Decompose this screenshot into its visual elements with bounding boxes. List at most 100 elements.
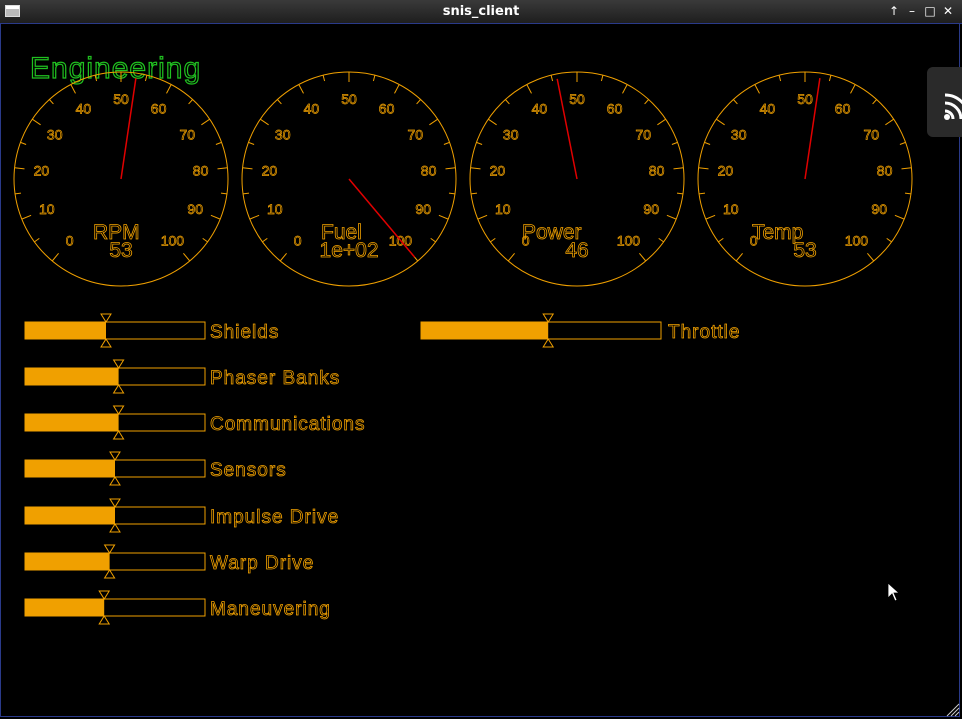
gauge-tick	[262, 237, 268, 243]
gauge-tick	[644, 99, 649, 105]
gauge-tick	[51, 252, 59, 262]
gauge-tick	[476, 141, 483, 145]
gauge-tick	[220, 192, 228, 195]
gauge-tick-label: 30	[47, 126, 63, 142]
gauge-tick	[886, 237, 892, 243]
gauge-tick	[698, 192, 706, 195]
gauge-tick	[658, 237, 664, 243]
gauge-tick	[416, 99, 421, 105]
engineering-panel: Engineering 0102030405060708090100 RPM 5…	[13, 51, 913, 625]
gauge-tick	[14, 167, 25, 170]
gauge-tick-label: 80	[877, 163, 893, 179]
gauge-tick	[735, 252, 743, 262]
gauge-tick	[899, 141, 906, 145]
gauge-tick	[217, 167, 228, 170]
gauge-tick-label: 90	[871, 201, 887, 217]
gauge-value: 1e+02	[320, 239, 379, 262]
screen-title: Engineering	[30, 52, 201, 85]
gauge-tick	[32, 118, 41, 126]
gauge-tick	[867, 252, 875, 262]
gauge-tick	[470, 167, 481, 170]
gauge-tick	[183, 252, 191, 262]
gauge-tick	[778, 75, 782, 82]
gauge-tick-label: 70	[636, 126, 652, 142]
gauge-tick	[429, 118, 438, 126]
slider-label: Phaser Banks	[210, 368, 340, 389]
gauge-tick-label: 50	[113, 91, 129, 107]
gauge-tick-label: 40	[304, 100, 320, 116]
gauge-tick-label: 40	[532, 100, 548, 116]
gauge-tick-label: 10	[267, 201, 283, 217]
slider-maneuvering[interactable]: Maneuvering	[24, 590, 331, 625]
gauge-tick	[372, 75, 376, 82]
gauge-tick	[443, 141, 450, 145]
gauge-temp: 0102030405060708090100 Temp 53	[697, 71, 913, 287]
slider-label: Maneuvering	[210, 599, 331, 620]
gauge-tick-label: 50	[797, 91, 813, 107]
slider-phaser-banks[interactable]: Phaser Banks	[24, 359, 340, 394]
gauge-tick	[445, 167, 456, 170]
gauge-tick	[20, 141, 27, 145]
gauge-tick-label: 20	[262, 163, 278, 179]
gauge-tick	[705, 214, 716, 220]
gauge-tick	[188, 99, 193, 105]
gauge-tick	[828, 75, 832, 82]
resize-grip-icon[interactable]	[944, 701, 960, 717]
gauge-tick-label: 20	[34, 163, 50, 179]
slider-label: Shields	[210, 322, 279, 343]
slider-throttle[interactable]: Throttle	[420, 313, 740, 348]
gauge-tick-label: 10	[39, 201, 55, 217]
gauge-tick-label: 10	[723, 201, 739, 217]
gauge-tick-label: 80	[421, 163, 437, 179]
gauge-tick	[488, 118, 497, 126]
gauge-tick	[477, 214, 488, 220]
gauge-tick	[671, 141, 678, 145]
mouse-cursor-icon	[887, 582, 901, 602]
slider-shields[interactable]: Shields	[24, 313, 279, 348]
slider-label: Impulse Drive	[210, 507, 339, 528]
gauge-tick	[394, 84, 400, 94]
gauge-tick	[904, 192, 912, 195]
slider-impulse-drive[interactable]: Impulse Drive	[24, 498, 339, 533]
gauge-tick	[666, 214, 677, 220]
gauge-tick	[210, 214, 221, 220]
slider-warp-drive[interactable]: Warp Drive	[24, 544, 314, 579]
gauge-tick	[249, 214, 260, 220]
gauge-tick	[166, 84, 172, 94]
gauge-tick	[242, 167, 253, 170]
gauge-tick-label: 20	[718, 163, 734, 179]
gauge-tick-label: 0	[66, 232, 74, 248]
gauge-tick	[70, 84, 76, 94]
gauge-tick-label: 100	[161, 232, 185, 248]
gauge-tick-label: 60	[151, 100, 167, 116]
gauge-tick	[718, 237, 724, 243]
gauge-tick-label: 10	[495, 201, 511, 217]
gauge-tick-label: 30	[275, 126, 291, 142]
gauge-tick	[716, 118, 725, 126]
gauge-tick	[754, 84, 760, 94]
gauge-tick-label: 70	[180, 126, 196, 142]
gauge-tick	[657, 118, 666, 126]
gauge-tick-label: 80	[649, 163, 665, 179]
gauge-tick	[242, 192, 250, 195]
gauge-tick	[698, 167, 709, 170]
gauge-tick-label: 90	[415, 201, 431, 217]
gauge-tick	[676, 192, 684, 195]
gauge-tick	[248, 141, 255, 145]
gauge-tick-label: 90	[187, 201, 203, 217]
slider-sensors[interactable]: Sensors	[24, 451, 287, 486]
gauge-tick	[438, 214, 449, 220]
slider-label: Communications	[210, 414, 366, 435]
gauge-tick	[322, 75, 326, 82]
gauge-tick	[885, 118, 894, 126]
gauge-tick	[279, 252, 287, 262]
gauge-tick	[526, 84, 532, 94]
gauge-tick	[470, 192, 478, 195]
gauge-tick	[673, 167, 684, 170]
gauge-tick	[600, 75, 604, 82]
gauge-tick	[490, 237, 496, 243]
gauge-value: 53	[109, 239, 132, 262]
gauge-tick-label: 60	[379, 100, 395, 116]
slider-communications[interactable]: Communications	[24, 405, 366, 440]
slider-label: Warp Drive	[210, 553, 314, 574]
